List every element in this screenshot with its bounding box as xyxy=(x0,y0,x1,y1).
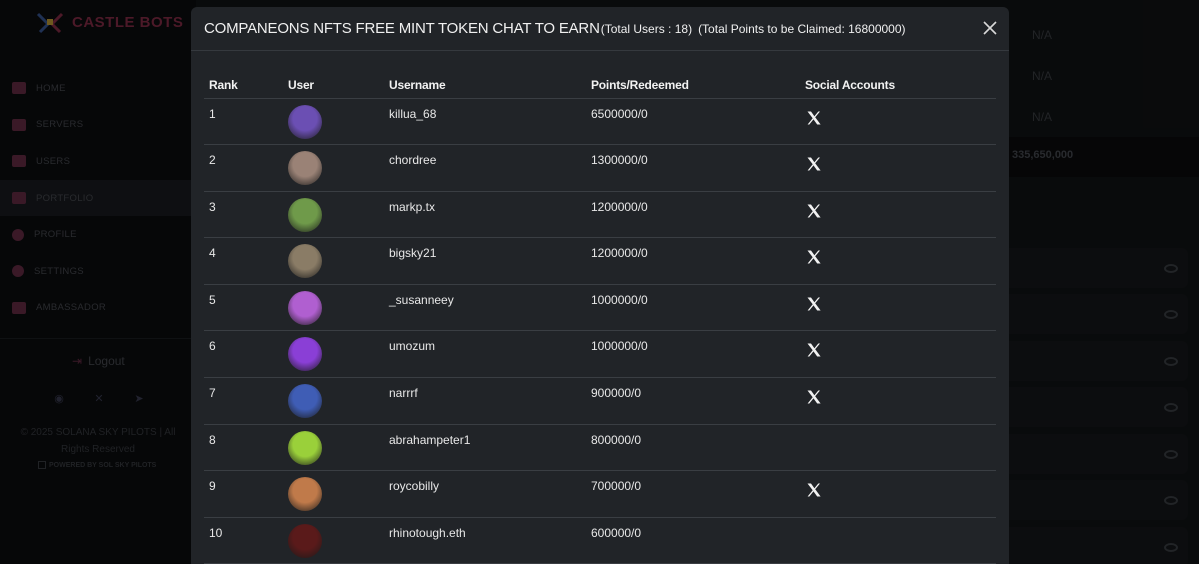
username-cell: rhinotough.eth xyxy=(384,517,586,564)
points-cell: 600000/0 xyxy=(586,517,800,564)
x-icon[interactable] xyxy=(806,389,822,405)
column-header-points[interactable]: Points/Redeemed xyxy=(586,73,800,99)
username-cell: markp.tx xyxy=(384,191,586,239)
rank-cell: 9 xyxy=(204,470,283,518)
points-cell: 1000000/0 xyxy=(586,284,800,332)
x-icon[interactable] xyxy=(806,482,822,498)
table-row[interactable]: 5 _susanneey 1000000/0 xyxy=(204,284,996,332)
table-row[interactable]: 9 roycobilly 700000/0 xyxy=(204,470,996,518)
rank-cell: 4 xyxy=(204,237,283,285)
avatar[interactable] xyxy=(288,151,322,186)
table-row[interactable]: 10 rhinotough.eth 600000/0 xyxy=(204,517,996,564)
x-icon[interactable] xyxy=(806,342,822,358)
avatar-cell xyxy=(283,470,384,518)
avatar[interactable] xyxy=(288,523,322,558)
points-cell: 900000/0 xyxy=(586,377,800,425)
username-cell: roycobilly xyxy=(384,470,586,518)
table-header-row: Rank User Username Points/Redeemed Socia… xyxy=(204,73,996,99)
social-cell xyxy=(800,98,996,146)
total-users: (Total Users : 18) xyxy=(600,21,693,36)
rank-cell: 6 xyxy=(204,330,283,379)
points-cell: 1200000/0 xyxy=(586,237,800,285)
table-row[interactable]: 2 chordree 1300000/0 xyxy=(204,144,996,192)
username-cell: _susanneey xyxy=(384,284,586,332)
avatar-cell xyxy=(283,517,384,564)
social-cell xyxy=(800,517,996,564)
x-icon[interactable] xyxy=(806,110,822,126)
leaderboard-modal: COMPANEONS NFTS FREE MINT TOKEN CHAT TO … xyxy=(191,7,1009,564)
x-icon[interactable] xyxy=(806,296,822,312)
social-cell xyxy=(800,470,996,518)
points-cell: 1000000/0 xyxy=(586,330,800,379)
avatar-cell xyxy=(283,237,384,285)
table-row[interactable]: 8 abrahampeter1 800000/0 xyxy=(204,424,996,472)
avatar[interactable] xyxy=(288,477,322,512)
avatar-cell xyxy=(283,330,384,379)
total-points: (Total Points to be Claimed: 16800000) xyxy=(698,21,906,36)
column-header-username[interactable]: Username xyxy=(384,73,586,99)
table-row[interactable]: 1 killua_68 6500000/0 xyxy=(204,98,996,146)
column-header-social[interactable]: Social Accounts xyxy=(800,73,996,99)
avatar-cell xyxy=(283,191,384,239)
social-cell xyxy=(800,284,996,332)
avatar-cell xyxy=(283,144,384,192)
column-header-rank[interactable]: Rank xyxy=(204,73,283,99)
username-cell: killua_68 xyxy=(384,98,586,146)
avatar[interactable] xyxy=(288,290,322,325)
table-row[interactable]: 7 narrrf 900000/0 xyxy=(204,377,996,425)
social-cell xyxy=(800,237,996,285)
social-cell xyxy=(800,424,996,472)
points-cell: 700000/0 xyxy=(586,470,800,518)
avatar[interactable] xyxy=(288,244,322,279)
points-cell: 800000/0 xyxy=(586,424,800,472)
avatar[interactable] xyxy=(288,384,322,419)
avatar-cell xyxy=(283,98,384,146)
table-row[interactable]: 3 markp.tx 1200000/0 xyxy=(204,191,996,239)
social-cell xyxy=(800,144,996,192)
close-icon[interactable] xyxy=(983,21,997,35)
username-cell: bigsky21 xyxy=(384,237,586,285)
social-cell xyxy=(800,330,996,379)
rank-cell: 5 xyxy=(204,284,283,332)
x-icon[interactable] xyxy=(806,203,822,219)
table-row[interactable]: 6 umozum 1000000/0 xyxy=(204,330,996,379)
rank-cell: 2 xyxy=(204,144,283,192)
avatar[interactable] xyxy=(288,430,322,465)
table-row[interactable]: 4 bigsky21 1200000/0 xyxy=(204,237,996,285)
x-icon[interactable] xyxy=(806,249,822,265)
leaderboard-table: Rank User Username Points/Redeemed Socia… xyxy=(204,73,996,564)
rank-cell: 8 xyxy=(204,424,283,472)
avatar[interactable] xyxy=(288,104,322,139)
modal-title: COMPANEONS NFTS FREE MINT TOKEN CHAT TO … xyxy=(204,20,600,37)
social-cell xyxy=(800,377,996,425)
social-cell xyxy=(800,191,996,239)
x-icon[interactable] xyxy=(806,156,822,172)
rank-cell: 7 xyxy=(204,377,283,425)
modal-header: COMPANEONS NFTS FREE MINT TOKEN CHAT TO … xyxy=(191,7,1009,51)
rank-cell: 1 xyxy=(204,98,283,146)
avatar[interactable] xyxy=(288,337,322,372)
username-cell: chordree xyxy=(384,144,586,192)
avatar-cell xyxy=(283,424,384,472)
points-cell: 1200000/0 xyxy=(586,191,800,239)
avatar[interactable] xyxy=(288,197,322,232)
username-cell: umozum xyxy=(384,330,586,379)
rank-cell: 3 xyxy=(204,191,283,239)
username-cell: abrahampeter1 xyxy=(384,424,586,472)
username-cell: narrrf xyxy=(384,377,586,425)
points-cell: 1300000/0 xyxy=(586,144,800,192)
points-cell: 6500000/0 xyxy=(586,98,800,146)
avatar-cell xyxy=(283,284,384,332)
avatar-cell xyxy=(283,377,384,425)
column-header-user[interactable]: User xyxy=(283,73,384,99)
rank-cell: 10 xyxy=(204,517,283,564)
